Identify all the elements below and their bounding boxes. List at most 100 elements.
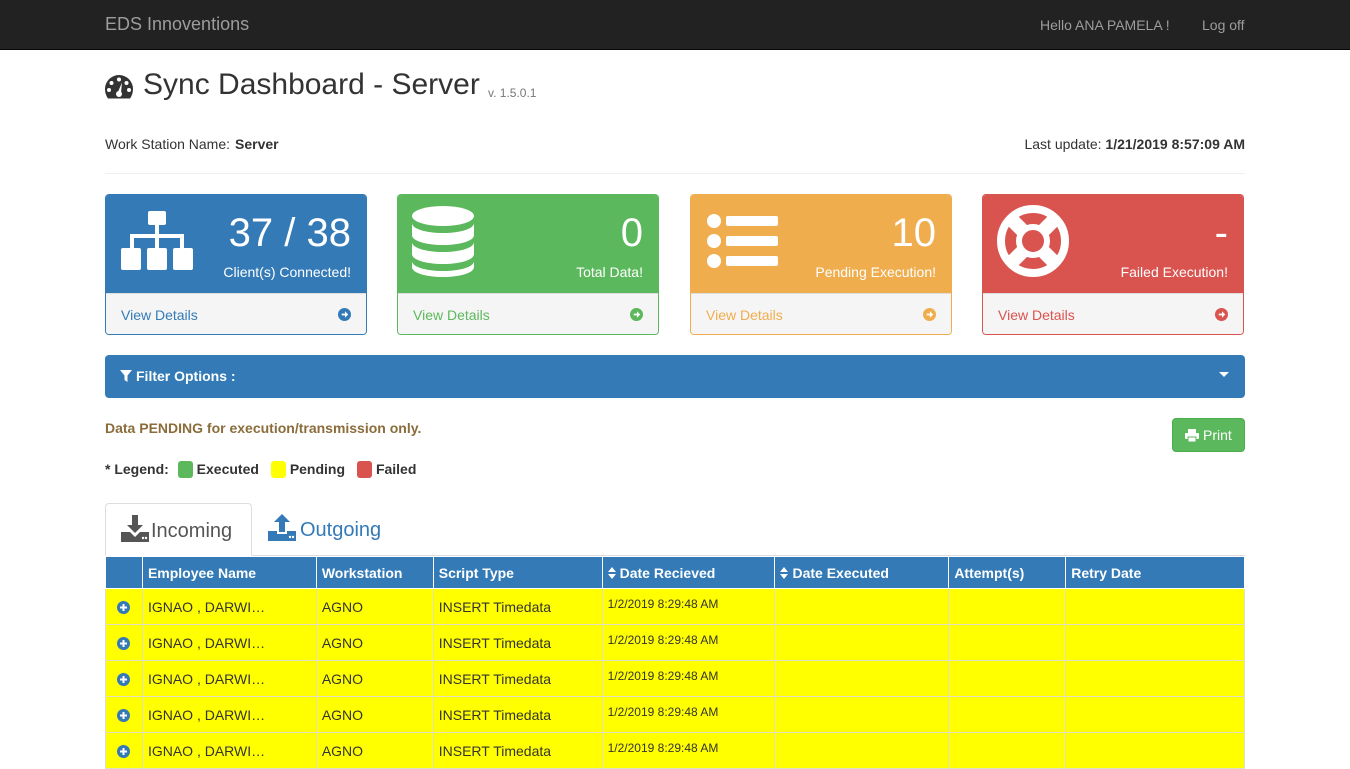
workstation-cell: AGNO <box>315 696 434 733</box>
attempts-cell <box>948 732 1067 769</box>
view-details-pending[interactable]: View Details <box>691 293 951 334</box>
expand-cell[interactable] <box>105 732 143 769</box>
caret-down-icon <box>1219 372 1229 377</box>
employee-name-cell: IGNAO , DARWI… <box>141 660 317 697</box>
page-title: Sync Dashboard - Server <box>143 68 480 101</box>
retry-date-cell <box>1065 588 1245 625</box>
expand-cell[interactable] <box>105 696 143 733</box>
workstation-cell: AGNO <box>315 660 434 697</box>
filter-options-toggle[interactable]: Filter Options : <box>105 355 1245 398</box>
panel-heading: 0 Total Data! <box>398 195 658 293</box>
total-data-count: 0 <box>620 211 643 255</box>
table-row[interactable]: IGNAO , DARWI… AGNO INSERT Timedata 1/2/… <box>105 732 1245 769</box>
divider <box>105 173 1245 174</box>
expand-cell[interactable] <box>105 624 143 661</box>
view-details-label[interactable]: View Details <box>121 307 198 323</box>
sync-table: Employee Name Workstation Script Type Da… <box>105 556 1245 769</box>
date-received-cell: 1/2/2019 8:29:48 AM <box>601 732 776 769</box>
retry-date-cell <box>1065 696 1245 733</box>
database-icon <box>412 206 474 277</box>
view-details-label[interactable]: View Details <box>998 307 1075 323</box>
plus-circle-icon[interactable] <box>117 637 131 651</box>
tab-incoming[interactable]: Incoming <box>105 503 252 556</box>
failed-count: - <box>1214 211 1228 255</box>
employee-name-cell: IGNAO , DARWI… <box>141 696 317 733</box>
tab-outgoing[interactable]: Outgoing <box>252 503 402 556</box>
panel-heading: - Failed Execution! <box>983 195 1243 293</box>
plus-circle-icon[interactable] <box>117 601 131 615</box>
clients-label: Client(s) Connected! <box>223 264 351 280</box>
view-details-label[interactable]: View Details <box>706 307 783 323</box>
legend-pending-label: Pending <box>289 461 346 478</box>
column-script-type: Script Type <box>432 556 603 589</box>
view-details-label[interactable]: View Details <box>413 307 490 323</box>
attempts-cell <box>948 588 1067 625</box>
date-executed-cell <box>774 660 950 697</box>
clients-connected-panel: 37 / 38 Client(s) Connected! View Detail… <box>105 194 367 335</box>
column-date-executed-label: Date Executed <box>792 564 889 581</box>
column-workstation: Workstation <box>315 556 434 589</box>
legend-swatch-executed <box>177 460 193 478</box>
sitemap-icon <box>121 211 193 270</box>
expand-cell[interactable] <box>105 588 143 625</box>
date-executed-cell <box>774 588 950 625</box>
table-row[interactable]: IGNAO , DARWI… AGNO INSERT Timedata 1/2/… <box>105 588 1245 625</box>
view-details-total-data[interactable]: View Details <box>398 293 658 334</box>
attempts-cell <box>948 696 1067 733</box>
date-received-cell: 1/2/2019 8:29:48 AM <box>601 696 776 733</box>
date-received-cell: 1/2/2019 8:29:48 AM <box>601 624 776 661</box>
arrow-circle-right-icon <box>923 308 936 321</box>
plus-circle-icon[interactable] <box>117 709 131 723</box>
user-greeting-link[interactable]: Hello ANA PAMELA ! <box>1040 17 1170 33</box>
life-ring-icon <box>997 205 1069 277</box>
workstation-cell: AGNO <box>315 588 434 625</box>
arrow-circle-right-icon <box>338 308 351 321</box>
plus-circle-icon[interactable] <box>117 745 131 759</box>
date-received-cell: 1/2/2019 8:29:48 AM <box>601 588 776 625</box>
plus-circle-icon[interactable] <box>117 673 131 687</box>
column-retry-date: Retry Date <box>1065 556 1245 589</box>
column-date-received-label: Date Recieved <box>619 564 716 581</box>
list-icon <box>707 214 778 268</box>
navbar: EDS Innoventions Hello ANA PAMELA ! Log … <box>0 0 1350 50</box>
column-date-executed[interactable]: Date Executed <box>774 556 950 589</box>
logoff-link[interactable]: Log off <box>1202 17 1245 33</box>
retry-date-cell <box>1065 732 1245 769</box>
employee-name-cell: IGNAO , DARWI… <box>141 732 317 769</box>
script-type-cell: INSERT Timedata <box>432 696 603 733</box>
print-label: Print <box>1203 427 1232 443</box>
table-body: IGNAO , DARWI… AGNO INSERT Timedata 1/2/… <box>105 588 1245 769</box>
attempts-cell <box>948 660 1067 697</box>
employee-name-cell: IGNAO , DARWI… <box>141 588 317 625</box>
view-details-clients[interactable]: View Details <box>106 293 366 334</box>
panel-heading: 10 Pending Execution! <box>691 195 951 293</box>
column-date-received[interactable]: Date Recieved <box>601 556 776 589</box>
table-row[interactable]: IGNAO , DARWI… AGNO INSERT Timedata 1/2/… <box>105 696 1245 733</box>
date-executed-cell <box>774 732 950 769</box>
brand-link[interactable]: EDS Innoventions <box>105 14 249 35</box>
expand-cell[interactable] <box>105 660 143 697</box>
sort-icon <box>780 566 789 579</box>
legend-failed-label: Failed <box>375 461 417 478</box>
legend-swatch-failed <box>356 460 372 478</box>
legend-swatch-pending <box>270 460 286 478</box>
attempts-cell <box>948 624 1067 661</box>
last-update: Last update: 1/21/2019 8:57:09 AM <box>1024 136 1245 152</box>
date-executed-cell <box>774 696 950 733</box>
view-details-failed[interactable]: View Details <box>983 293 1243 334</box>
version-label: v. 1.5.0.1 <box>488 86 537 100</box>
last-update-label: Last update: <box>1024 136 1102 152</box>
date-executed-cell <box>774 624 950 661</box>
filter-icon <box>120 370 132 382</box>
pending-count: 10 <box>891 211 937 255</box>
table-row[interactable]: IGNAO , DARWI… AGNO INSERT Timedata 1/2/… <box>105 624 1245 661</box>
print-button[interactable]: Print <box>1172 418 1245 452</box>
pending-execution-panel: 10 Pending Execution! View Details <box>690 194 952 335</box>
tab-outgoing-label: Outgoing <box>300 519 382 541</box>
pending-label: Pending Execution! <box>815 264 936 280</box>
sort-icon <box>607 566 616 579</box>
panel-heading: 37 / 38 Client(s) Connected! <box>106 195 366 293</box>
table-row[interactable]: IGNAO , DARWI… AGNO INSERT Timedata 1/2/… <box>105 660 1245 697</box>
print-icon <box>1185 429 1199 442</box>
script-type-cell: INSERT Timedata <box>432 732 603 769</box>
